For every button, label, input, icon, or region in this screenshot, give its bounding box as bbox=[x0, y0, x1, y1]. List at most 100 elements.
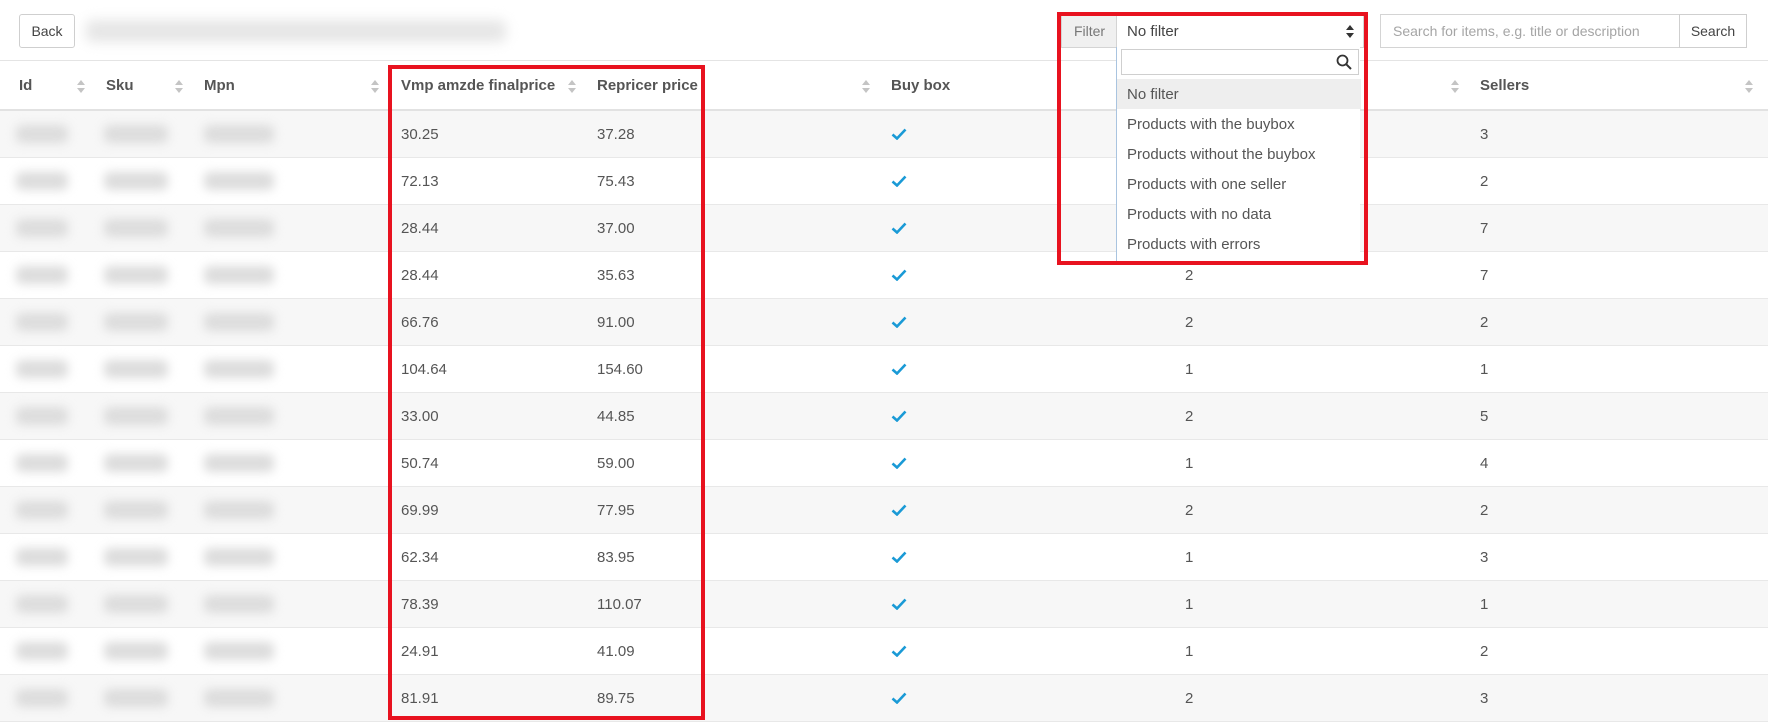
sellers-cell: 3 bbox=[1480, 689, 1489, 707]
vmp-price-cell: 78.39 bbox=[401, 595, 439, 613]
sort-icon[interactable] bbox=[1451, 80, 1459, 94]
count-cell: 1 bbox=[1185, 548, 1194, 566]
redacted-sku-cell bbox=[104, 125, 168, 143]
repricer-price-cell: 77.95 bbox=[597, 501, 635, 519]
vmp-price-cell: 28.44 bbox=[401, 266, 439, 284]
sort-icon[interactable] bbox=[1745, 80, 1753, 94]
redacted-id-cell bbox=[16, 548, 68, 566]
check-icon bbox=[891, 410, 907, 422]
select-arrows-icon bbox=[1345, 24, 1355, 40]
vmp-price-cell: 69.99 bbox=[401, 501, 439, 519]
filter-select-value: No filter bbox=[1127, 22, 1179, 40]
dropdown-option[interactable]: Products with the buybox bbox=[1117, 109, 1361, 139]
check-icon bbox=[891, 598, 907, 610]
redacted-sku-cell bbox=[104, 219, 168, 237]
table-row[interactable]: 81.91 89.75 2 3 bbox=[0, 675, 1768, 722]
sellers-cell: 3 bbox=[1480, 125, 1489, 143]
table-row[interactable]: 28.44 35.63 2 7 bbox=[0, 252, 1768, 299]
table-row[interactable]: 28.44 37.00 7 bbox=[0, 205, 1768, 252]
column-header-sellers[interactable]: Sellers bbox=[1480, 62, 1529, 109]
sellers-cell: 2 bbox=[1480, 501, 1489, 519]
redacted-id-cell bbox=[16, 172, 68, 190]
column-header-id[interactable]: Id bbox=[19, 62, 32, 109]
table-row[interactable]: 104.64 154.60 1 1 bbox=[0, 346, 1768, 393]
sort-icon[interactable] bbox=[371, 80, 379, 94]
repricer-price-cell: 91.00 bbox=[597, 313, 635, 331]
table-header: Id Sku Mpn Vmp amzde finalprice Repricer… bbox=[0, 62, 1768, 111]
filter-select[interactable]: No filter bbox=[1116, 14, 1364, 48]
redacted-id-cell bbox=[16, 642, 68, 660]
sellers-cell: 7 bbox=[1480, 266, 1489, 284]
redacted-sku-cell bbox=[104, 407, 168, 425]
check-icon bbox=[891, 551, 907, 563]
sort-icon[interactable] bbox=[175, 80, 183, 94]
redacted-sku-cell bbox=[104, 172, 168, 190]
table-row[interactable]: 30.25 37.28 3 bbox=[0, 111, 1768, 158]
column-header-mpn[interactable]: Mpn bbox=[204, 62, 235, 109]
redacted-sku-cell bbox=[104, 360, 168, 378]
vmp-price-cell: 81.91 bbox=[401, 689, 439, 707]
sellers-cell: 2 bbox=[1480, 313, 1489, 331]
sellers-cell: 2 bbox=[1480, 172, 1489, 190]
redacted-id-cell bbox=[16, 595, 68, 613]
redacted-title bbox=[86, 20, 506, 42]
redacted-id-cell bbox=[16, 219, 68, 237]
filter-label: Filter bbox=[1061, 14, 1117, 48]
search-input[interactable] bbox=[1380, 14, 1680, 48]
dropdown-option[interactable]: Products without the buybox bbox=[1117, 139, 1361, 169]
table-row[interactable]: 62.34 83.95 1 3 bbox=[0, 534, 1768, 581]
repricer-price-cell: 44.85 bbox=[597, 407, 635, 425]
column-header-sku[interactable]: Sku bbox=[106, 62, 134, 109]
table-row[interactable]: 50.74 59.00 1 4 bbox=[0, 440, 1768, 487]
check-icon bbox=[891, 692, 907, 704]
table-row[interactable]: 24.91 41.09 1 2 bbox=[0, 628, 1768, 675]
column-header-repricer-price[interactable]: Repricer price bbox=[597, 62, 698, 109]
repricer-price-cell: 110.07 bbox=[597, 595, 642, 613]
repricer-price-cell: 37.28 bbox=[597, 125, 635, 143]
vmp-price-cell: 50.74 bbox=[401, 454, 439, 472]
redacted-mpn-cell bbox=[204, 125, 274, 143]
search-button[interactable]: Search bbox=[1679, 14, 1747, 48]
count-cell: 2 bbox=[1185, 501, 1194, 519]
repricer-price-cell: 83.95 bbox=[597, 548, 635, 566]
sort-icon[interactable] bbox=[77, 80, 85, 94]
vmp-price-cell: 62.34 bbox=[401, 548, 439, 566]
sellers-cell: 4 bbox=[1480, 454, 1489, 472]
table-row[interactable]: 72.13 75.43 2 bbox=[0, 158, 1768, 205]
count-cell: 1 bbox=[1185, 595, 1194, 613]
search-icon bbox=[1336, 54, 1352, 70]
dropdown-option[interactable]: Products with one seller bbox=[1117, 169, 1361, 199]
repricer-price-cell: 154.60 bbox=[597, 360, 643, 378]
redacted-sku-cell bbox=[104, 642, 168, 660]
repricer-price-cell: 59.00 bbox=[597, 454, 635, 472]
sellers-cell: 1 bbox=[1480, 595, 1489, 613]
redacted-sku-cell bbox=[104, 595, 168, 613]
column-header-buy-box[interactable]: Buy box bbox=[891, 62, 950, 109]
sort-icon[interactable] bbox=[862, 80, 870, 94]
table-row[interactable]: 78.39 110.07 1 1 bbox=[0, 581, 1768, 628]
table-row[interactable]: 66.76 91.00 2 2 bbox=[0, 299, 1768, 346]
redacted-sku-cell bbox=[104, 689, 168, 707]
table-row[interactable]: 69.99 77.95 2 2 bbox=[0, 487, 1768, 534]
vmp-price-cell: 30.25 bbox=[401, 125, 439, 143]
dropdown-search-input[interactable] bbox=[1121, 49, 1359, 75]
redacted-mpn-cell bbox=[204, 595, 274, 613]
table-row[interactable]: 33.00 44.85 2 5 bbox=[0, 393, 1768, 440]
dropdown-option[interactable]: Products with no data bbox=[1117, 199, 1361, 229]
dropdown-option[interactable]: No filter bbox=[1117, 79, 1361, 109]
column-header-vmp-price[interactable]: Vmp amzde finalprice bbox=[401, 62, 555, 109]
redacted-mpn-cell bbox=[204, 454, 274, 472]
redacted-sku-cell bbox=[104, 548, 168, 566]
redacted-id-cell bbox=[16, 689, 68, 707]
count-cell: 2 bbox=[1185, 689, 1194, 707]
redacted-sku-cell bbox=[104, 266, 168, 284]
sort-icon[interactable] bbox=[568, 80, 576, 94]
sellers-cell: 3 bbox=[1480, 548, 1489, 566]
sellers-cell: 5 bbox=[1480, 407, 1489, 425]
redacted-id-cell bbox=[16, 501, 68, 519]
dropdown-option[interactable]: Products with errors bbox=[1117, 229, 1361, 259]
redacted-id-cell bbox=[16, 454, 68, 472]
redacted-mpn-cell bbox=[204, 360, 274, 378]
back-button[interactable]: Back bbox=[19, 14, 75, 48]
sellers-cell: 7 bbox=[1480, 219, 1489, 237]
